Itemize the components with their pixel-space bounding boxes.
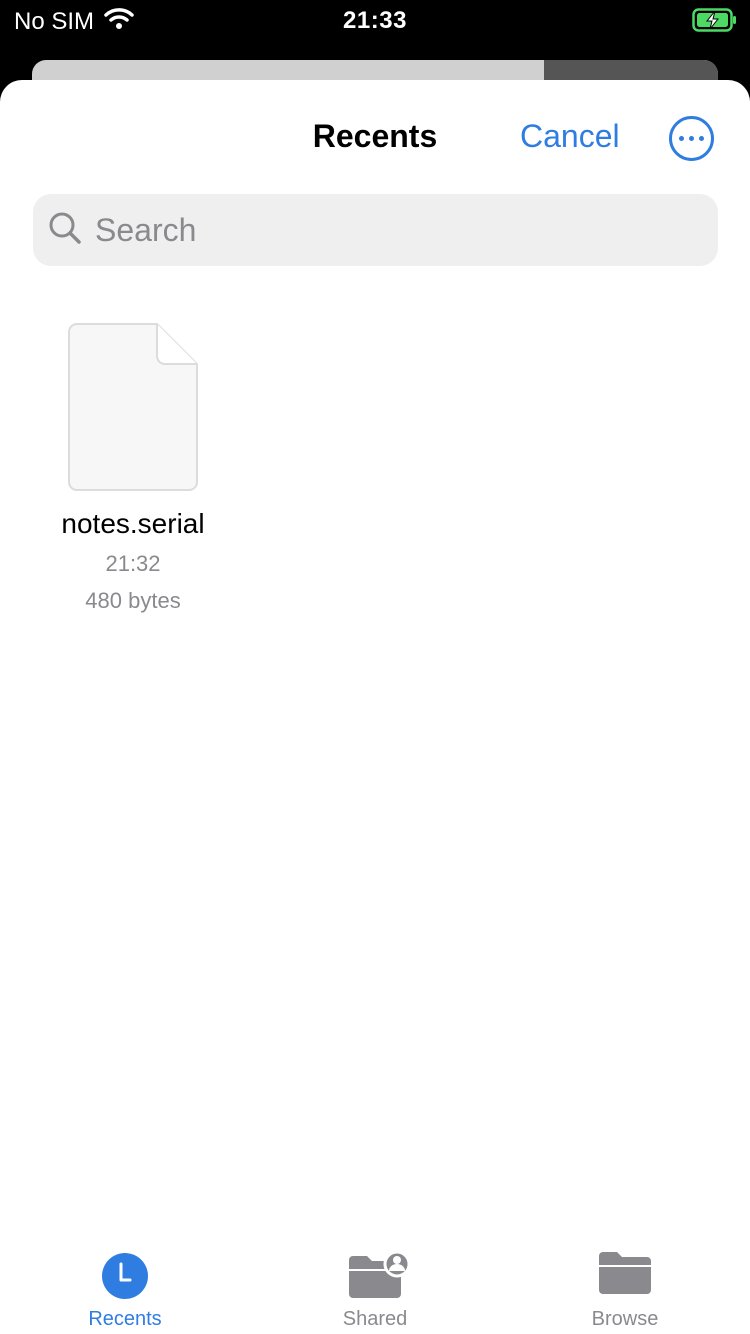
more-dot	[679, 136, 684, 141]
tab-label: Recents	[88, 1308, 162, 1330]
file-picker-sheet: Recents Cancel notes.serial 21:32 480 by…	[0, 80, 750, 1334]
status-time: 21:33	[343, 7, 407, 34]
tab-shared[interactable]: Shared	[250, 1214, 500, 1334]
cancel-button[interactable]: Cancel	[520, 118, 620, 155]
tab-label: Shared	[342, 1308, 408, 1330]
shared-folder-icon	[349, 1250, 411, 1307]
file-name: notes.serial	[61, 508, 205, 539]
ellipsis-circle-icon[interactable]	[669, 116, 714, 161]
search-bar[interactable]	[33, 194, 718, 266]
battery-icon	[692, 8, 738, 39]
status-bar: No SIM 21:33	[0, 0, 750, 40]
clock-icon	[99, 1250, 151, 1307]
tab-label: Browse	[591, 1308, 659, 1330]
file-time: 21:32	[105, 551, 161, 576]
tab-bar: Recents Shared Browse	[0, 1214, 750, 1334]
more-dot	[699, 136, 704, 141]
document-icon	[68, 322, 198, 497]
page-title: Recents	[312, 118, 438, 154]
search-input[interactable]	[95, 206, 695, 254]
tab-browse[interactable]: Browse	[500, 1214, 750, 1334]
more-dot	[689, 136, 694, 141]
file-size: 480 bytes	[85, 588, 181, 613]
search-icon	[47, 210, 83, 251]
tab-recents[interactable]: Recents	[0, 1214, 250, 1334]
folder-icon	[599, 1250, 651, 1301]
file-item[interactable]: notes.serial 21:32 480 bytes	[28, 322, 238, 622]
